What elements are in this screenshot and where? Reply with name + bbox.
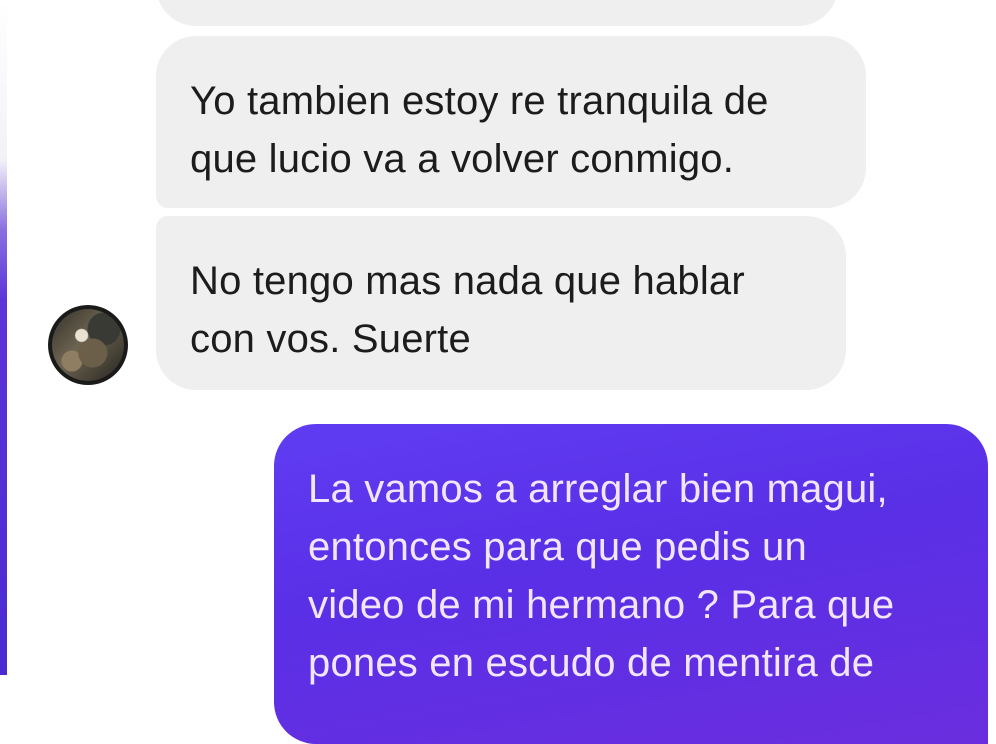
message-bubble-received-clipped: [156, 0, 838, 26]
message-text: Yo tambien estoy re tranquila de que luc…: [190, 79, 769, 181]
message-bubble-sent[interactable]: La vamos a arreglar bien magui, entonces…: [274, 424, 988, 744]
message-text: No tengo mas nada que hablar con vos. Su…: [190, 259, 745, 361]
message-text: La vamos a arreglar bien magui, entonces…: [308, 467, 895, 685]
contact-avatar[interactable]: [48, 305, 128, 385]
left-edge-strip: [0, 0, 7, 675]
message-bubble-received[interactable]: No tengo mas nada que hablar con vos. Su…: [156, 216, 846, 390]
message-bubble-received[interactable]: Yo tambien estoy re tranquila de que luc…: [156, 36, 866, 208]
